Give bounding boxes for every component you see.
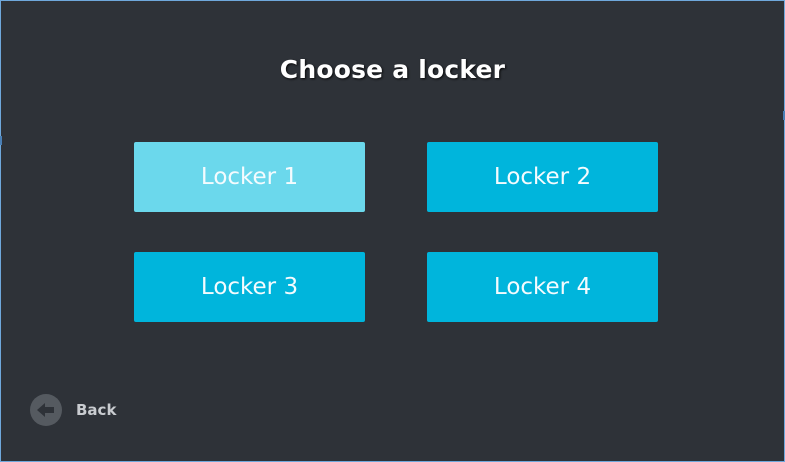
app-window: Choose a locker Locker 1 Locker 2 Locker… [0, 0, 785, 462]
locker-4-button[interactable]: Locker 4 [427, 252, 658, 322]
arrow-left-circle-icon [30, 394, 62, 426]
page-title: Choose a locker [279, 55, 506, 84]
window-edge-marker-left [0, 136, 2, 145]
locker-1-button[interactable]: Locker 1 [134, 142, 365, 212]
locker-2-button[interactable]: Locker 2 [427, 142, 658, 212]
locker-3-button[interactable]: Locker 3 [134, 252, 365, 322]
back-label: Back [76, 401, 117, 419]
back-button[interactable]: Back [30, 394, 116, 426]
